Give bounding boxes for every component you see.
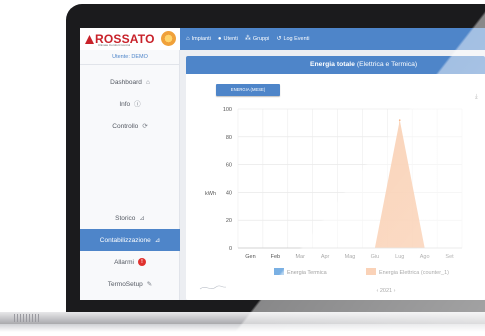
refresh-icon: ⟳ — [142, 122, 148, 130]
nav-label: Utenti — [223, 36, 238, 42]
nav-item-utenti[interactable]: ● Utenti — [218, 36, 238, 42]
y-tick-label: 20 — [226, 218, 232, 224]
y-tick-label: 40 — [226, 190, 232, 196]
laptop-vent — [14, 314, 40, 322]
sidebar-item-termosetup[interactable]: TermoSetup ✎ — [80, 273, 180, 295]
legend-label: Energia Elettrica (counter_1) — [379, 270, 449, 276]
user-icon: ● — [217, 36, 222, 42]
sun-icon — [161, 31, 176, 46]
sidebar-item-allarmi[interactable]: Allarmi ! — [80, 251, 180, 273]
sidebar-item-label: Controllo — [112, 122, 139, 130]
area-chart-icon: ⊿ — [154, 236, 161, 244]
energy-panel: Energia totale (Elettrica e Termica) ENE… — [186, 56, 485, 300]
legend-label: Energia Termica — [287, 270, 328, 276]
brand-tagline: Climate Comfort Control — [98, 43, 131, 47]
y-tick-label: 0 — [229, 246, 232, 252]
sidebar-item-info[interactable]: Info ⓘ — [80, 93, 180, 115]
sidebar-item-label: Contabilizzazione — [99, 236, 151, 244]
x-tick-label: Giu — [371, 254, 380, 260]
nav-item-log-eventi[interactable]: ↺ Log Eventi — [276, 36, 309, 42]
sidebar-item-label: Storico — [115, 214, 136, 222]
x-tick-label: Gen — [245, 254, 255, 260]
nav-label: Log Eventi — [283, 36, 310, 42]
laptop-shadow — [0, 324, 485, 332]
y-tick-label: 80 — [226, 135, 232, 141]
sidebar-item-label: Allarmi — [114, 258, 134, 266]
info-icon: ⓘ — [134, 100, 141, 108]
top-navbar: ROSSATO Climate Comfort Control ⌂ Impian… — [80, 28, 485, 50]
home-icon: ⌂ — [186, 36, 190, 42]
main-nav: ⌂ Impianti ● Utenti ⁂ Gruppi ↺ Log Event… — [186, 28, 309, 50]
series-area-1 — [250, 120, 450, 248]
group-icon: ⁂ — [244, 36, 251, 42]
nav-label: Impianti — [191, 36, 211, 42]
sidebar-item-storico[interactable]: Storico ⊿ — [80, 207, 180, 229]
x-tick-label: Mag — [345, 254, 356, 260]
nav-item-impianti[interactable]: ⌂ Impianti — [186, 36, 211, 42]
area-chart-icon: ⊿ — [139, 214, 145, 222]
navigator-sparkline — [199, 285, 227, 290]
sidebar-item-dashboard[interactable]: Dashboard ⌂ — [80, 71, 180, 93]
x-tick-label: Lug — [395, 254, 404, 260]
alarm-badge-icon: ! — [137, 258, 146, 266]
x-tick-label: Mar — [295, 254, 305, 260]
logo-mark-icon — [85, 35, 94, 44]
product-photo: ROSSATO Climate Comfort Control ⌂ Impian… — [0, 0, 485, 336]
year-navigator[interactable]: ‹ 2021 › — [377, 288, 396, 294]
brand-logo[interactable]: ROSSATO Climate Comfort Control — [80, 28, 180, 50]
laptop-base — [0, 312, 485, 324]
sidebar-item-controllo[interactable]: Controllo ⟳ — [80, 115, 180, 137]
data-point — [398, 119, 401, 121]
sidebar-item-label: Info — [119, 100, 131, 108]
history-icon: ↺ — [276, 36, 282, 42]
sidebar-item-label: Dashboard — [110, 78, 142, 86]
x-tick-label: Ago — [420, 254, 430, 260]
energy-chart: 0 20 40 60 80 100 kWh Gen Feb Mar Apr Mag Giu Lug Ago S… — [199, 107, 463, 294]
x-tick-label: Set — [445, 254, 454, 260]
home-icon: ⌂ — [145, 78, 150, 86]
y-tick-label: 100 — [223, 107, 232, 113]
y-axis-label: kWh — [205, 191, 216, 197]
nav-label: Gruppi — [252, 36, 270, 42]
x-tick-label: Feb — [271, 254, 280, 260]
legend-swatch — [274, 268, 284, 275]
sidebar: Utente: DEMO Dashboard ⌂ Info ⓘ Controll… — [80, 50, 180, 300]
y-tick-label: 60 — [226, 163, 232, 169]
legend-swatch — [366, 268, 376, 275]
sidebar-item-contabilizzazione[interactable]: Contabilizzazione ⊿ — [80, 229, 180, 251]
wrench-icon: ✎ — [146, 280, 153, 288]
current-user: Utente: DEMO — [80, 50, 180, 65]
x-tick-label: Apr — [321, 254, 330, 260]
nav-item-gruppi[interactable]: ⁂ Gruppi — [245, 36, 270, 42]
app-screen: ROSSATO Climate Comfort Control ⌂ Impian… — [80, 28, 485, 300]
sidebar-item-label: TermoSetup — [107, 280, 143, 288]
